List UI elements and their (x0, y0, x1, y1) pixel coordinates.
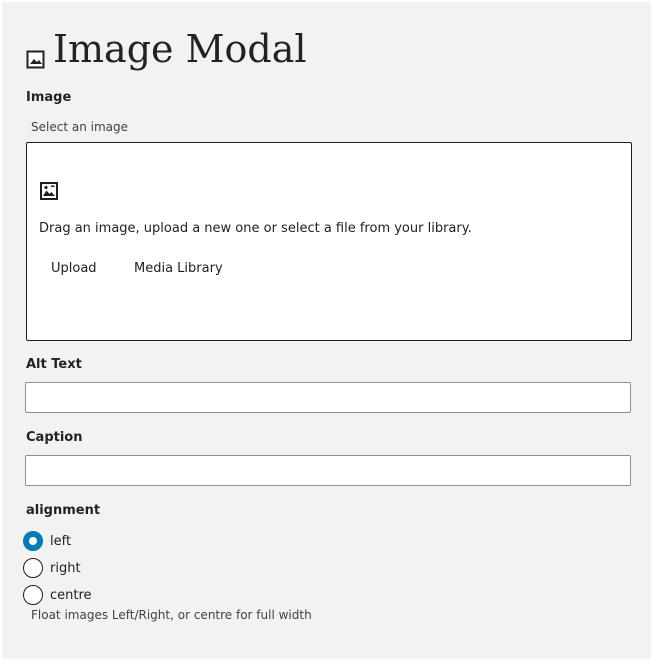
media-library-button[interactable]: Media Library (122, 259, 235, 278)
image-placeholder-icon (40, 182, 58, 200)
image-modal-panel: Image Modal Image Select an image Drag a… (2, 2, 651, 659)
alignment-option-centre[interactable]: centre (23, 585, 92, 605)
radio-left[interactable] (23, 531, 43, 551)
upload-button[interactable]: Upload (39, 259, 109, 278)
image-help-text: Select an image (31, 120, 128, 134)
title-row: Image Modal (26, 24, 307, 74)
radio-label-right: right (50, 560, 81, 576)
image-dropzone[interactable]: Drag an image, upload a new one or selec… (26, 142, 632, 341)
caption-label: Caption (26, 430, 83, 445)
alt-text-input[interactable] (25, 382, 631, 413)
radio-right[interactable] (23, 558, 43, 578)
dropzone-instructions: Drag an image, upload a new one or selec… (39, 221, 472, 236)
alignment-option-right[interactable]: right (23, 558, 81, 578)
image-icon (26, 50, 45, 69)
caption-input[interactable] (25, 455, 631, 486)
radio-centre[interactable] (23, 585, 43, 605)
radio-label-centre: centre (50, 587, 92, 603)
alignment-option-left[interactable]: left (23, 531, 71, 551)
image-label: Image (26, 90, 72, 105)
alt-text-label: Alt Text (26, 357, 82, 372)
alignment-help-text: Float images Left/Right, or centre for f… (31, 608, 312, 622)
page-title: Image Modal (53, 27, 307, 71)
radio-label-left: left (50, 533, 72, 549)
alignment-label: alignment (26, 503, 101, 518)
